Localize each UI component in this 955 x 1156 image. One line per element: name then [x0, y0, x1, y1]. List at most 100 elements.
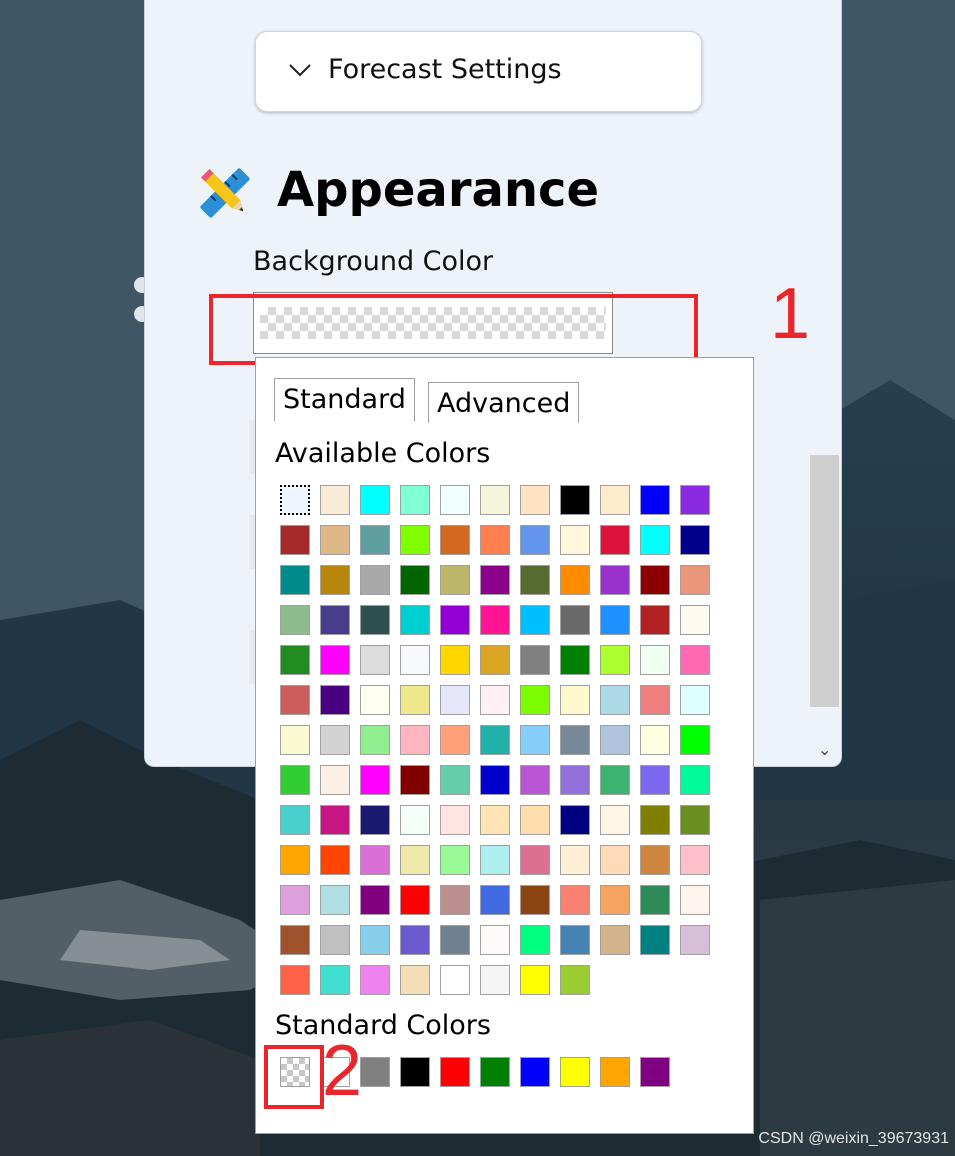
color-swatch[interactable]: [560, 485, 590, 515]
color-swatch[interactable]: [680, 845, 710, 875]
color-swatch[interactable]: [640, 685, 670, 715]
color-swatch[interactable]: [520, 845, 550, 875]
standard-color-swatch[interactable]: [520, 1057, 550, 1087]
color-swatch[interactable]: [480, 525, 510, 555]
color-swatch[interactable]: [360, 765, 390, 795]
scroll-down-arrow-icon[interactable]: ⌄: [818, 740, 831, 759]
color-swatch[interactable]: [680, 925, 710, 955]
color-swatch[interactable]: [600, 805, 630, 835]
color-swatch[interactable]: [320, 525, 350, 555]
color-swatch[interactable]: [680, 885, 710, 915]
color-swatch[interactable]: [400, 765, 430, 795]
color-swatch[interactable]: [400, 685, 430, 715]
color-swatch[interactable]: [640, 645, 670, 675]
color-swatch[interactable]: [320, 685, 350, 715]
color-swatch[interactable]: [560, 605, 590, 635]
color-swatch[interactable]: [360, 805, 390, 835]
color-swatch[interactable]: [280, 965, 310, 995]
color-swatch[interactable]: [640, 925, 670, 955]
color-swatch[interactable]: [400, 885, 430, 915]
color-swatch[interactable]: [400, 845, 430, 875]
color-swatch[interactable]: [480, 485, 510, 515]
color-swatch[interactable]: [440, 685, 470, 715]
color-swatch[interactable]: [320, 485, 350, 515]
color-swatch[interactable]: [360, 965, 390, 995]
color-swatch[interactable]: [600, 885, 630, 915]
standard-color-swatch[interactable]: [480, 1057, 510, 1087]
color-swatch[interactable]: [680, 605, 710, 635]
color-swatch[interactable]: [440, 925, 470, 955]
color-swatch[interactable]: [560, 765, 590, 795]
color-swatch[interactable]: [440, 765, 470, 795]
color-swatch[interactable]: [480, 925, 510, 955]
color-swatch[interactable]: [360, 605, 390, 635]
color-swatch[interactable]: [600, 725, 630, 755]
tab-standard[interactable]: Standard: [274, 378, 415, 422]
color-swatch[interactable]: [680, 525, 710, 555]
color-swatch[interactable]: [280, 805, 310, 835]
color-swatch[interactable]: [560, 965, 590, 995]
color-swatch[interactable]: [320, 805, 350, 835]
color-swatch[interactable]: [520, 685, 550, 715]
color-swatch[interactable]: [400, 645, 430, 675]
color-swatch[interactable]: [480, 845, 510, 875]
color-swatch[interactable]: [680, 565, 710, 595]
color-swatch[interactable]: [480, 965, 510, 995]
color-swatch[interactable]: [560, 645, 590, 675]
color-swatch[interactable]: [640, 485, 670, 515]
color-swatch[interactable]: [560, 885, 590, 915]
color-swatch[interactable]: [440, 525, 470, 555]
color-swatch[interactable]: [480, 565, 510, 595]
color-swatch[interactable]: [400, 805, 430, 835]
color-swatch[interactable]: [320, 765, 350, 795]
color-swatch[interactable]: [560, 805, 590, 835]
color-swatch[interactable]: [480, 725, 510, 755]
color-swatch[interactable]: [360, 845, 390, 875]
color-swatch[interactable]: [640, 725, 670, 755]
color-swatch[interactable]: [440, 645, 470, 675]
forecast-settings-expander[interactable]: Forecast Settings: [255, 31, 702, 112]
color-swatch[interactable]: [320, 605, 350, 635]
color-swatch[interactable]: [480, 885, 510, 915]
scrollbar-thumb[interactable]: [810, 455, 839, 707]
color-swatch[interactable]: [520, 725, 550, 755]
color-swatch[interactable]: [560, 925, 590, 955]
color-swatch[interactable]: [360, 525, 390, 555]
color-swatch[interactable]: [520, 925, 550, 955]
color-swatch[interactable]: [560, 845, 590, 875]
color-swatch[interactable]: [440, 845, 470, 875]
color-swatch[interactable]: [280, 645, 310, 675]
color-swatch[interactable]: [680, 765, 710, 795]
standard-color-swatch[interactable]: [640, 1057, 670, 1087]
color-swatch[interactable]: [280, 725, 310, 755]
color-swatch[interactable]: [360, 725, 390, 755]
color-swatch[interactable]: [640, 765, 670, 795]
color-swatch[interactable]: [600, 605, 630, 635]
color-swatch[interactable]: [520, 525, 550, 555]
color-swatch[interactable]: [280, 925, 310, 955]
standard-color-swatch[interactable]: [360, 1057, 390, 1087]
color-swatch[interactable]: [600, 645, 630, 675]
color-swatch[interactable]: [440, 485, 470, 515]
standard-color-swatch[interactable]: [560, 1057, 590, 1087]
color-swatch[interactable]: [320, 645, 350, 675]
standard-color-swatch[interactable]: [400, 1057, 430, 1087]
tab-advanced[interactable]: Advanced: [428, 382, 580, 423]
color-swatch[interactable]: [600, 685, 630, 715]
color-swatch[interactable]: [400, 965, 430, 995]
color-swatch[interactable]: [480, 645, 510, 675]
color-swatch[interactable]: [520, 805, 550, 835]
color-swatch[interactable]: [480, 805, 510, 835]
color-swatch[interactable]: [640, 845, 670, 875]
color-swatch[interactable]: [360, 885, 390, 915]
color-swatch[interactable]: [520, 965, 550, 995]
color-swatch[interactable]: [560, 685, 590, 715]
color-swatch[interactable]: [440, 885, 470, 915]
color-swatch[interactable]: [280, 525, 310, 555]
color-swatch[interactable]: [280, 685, 310, 715]
color-swatch[interactable]: [600, 845, 630, 875]
color-swatch[interactable]: [680, 685, 710, 715]
color-swatch[interactable]: [560, 565, 590, 595]
color-swatch[interactable]: [280, 765, 310, 795]
color-swatch[interactable]: [600, 525, 630, 555]
